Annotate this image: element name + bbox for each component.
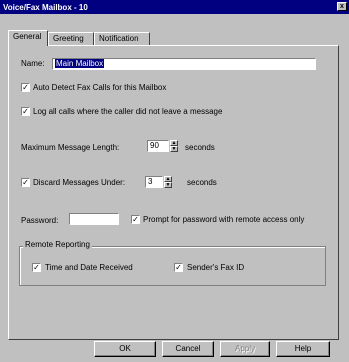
max-length-unit: seconds [185, 143, 215, 152]
close-button[interactable]: x [337, 2, 347, 11]
max-length-input[interactable]: 90 [147, 140, 169, 152]
name-input[interactable]: Main Mailbox [52, 58, 316, 70]
ok-button[interactable]: OK [94, 341, 156, 357]
mailbox-dialog: Voice/Fax Mailbox - 10 x General Greetin… [0, 0, 349, 362]
window-title: Voice/Fax Mailbox - 10 [3, 2, 88, 12]
max-length-spinner[interactable]: ▲ ▼ [170, 140, 178, 152]
discard-label: Discard Messages Under: [33, 178, 126, 187]
apply-button[interactable]: Apply [220, 341, 270, 357]
prompt-password-label: Prompt for password with remote access o… [143, 215, 305, 224]
tab-greeting[interactable]: Greeting [48, 32, 94, 45]
help-button[interactable]: Help [276, 341, 330, 357]
sender-fax-checkbox[interactable]: ✓ [174, 263, 183, 272]
title-bar[interactable]: Voice/Fax Mailbox - 10 x [0, 0, 349, 14]
log-calls-label: Log all calls where the caller did not l… [33, 107, 223, 116]
general-tab-panel: Name: Main Mailbox ✓ Auto Detect Fax Cal… [8, 45, 339, 340]
name-label: Name: [21, 59, 45, 68]
auto-detect-label: Auto Detect Fax Calls for this Mailbox [33, 83, 167, 92]
spin-down-icon[interactable]: ▼ [170, 146, 178, 152]
log-calls-checkbox[interactable]: ✓ [21, 107, 30, 116]
discard-unit: seconds [187, 178, 217, 187]
sender-fax-label: Sender's Fax ID [187, 263, 245, 272]
password-input[interactable] [69, 213, 119, 225]
prompt-password-checkbox[interactable]: ✓ [131, 215, 140, 224]
max-length-label: Maximum Message Length: [21, 143, 120, 152]
discard-spinner[interactable]: ▲ ▼ [164, 176, 172, 188]
name-value: Main Mailbox [55, 59, 105, 68]
discard-input[interactable]: 3 [145, 176, 163, 188]
discard-checkbox[interactable]: ✓ [21, 178, 30, 187]
auto-detect-checkbox[interactable]: ✓ [21, 83, 30, 92]
password-label: Password: [21, 216, 59, 225]
time-date-checkbox[interactable]: ✓ [32, 263, 41, 272]
time-date-label: Time and Date Received [45, 263, 133, 272]
cancel-button[interactable]: Cancel [162, 341, 214, 357]
spin-down-icon[interactable]: ▼ [164, 182, 172, 188]
tab-general[interactable]: General [8, 30, 48, 46]
remote-reporting-title: Remote Reporting [23, 240, 92, 249]
tab-notification[interactable]: Notification [94, 32, 150, 45]
